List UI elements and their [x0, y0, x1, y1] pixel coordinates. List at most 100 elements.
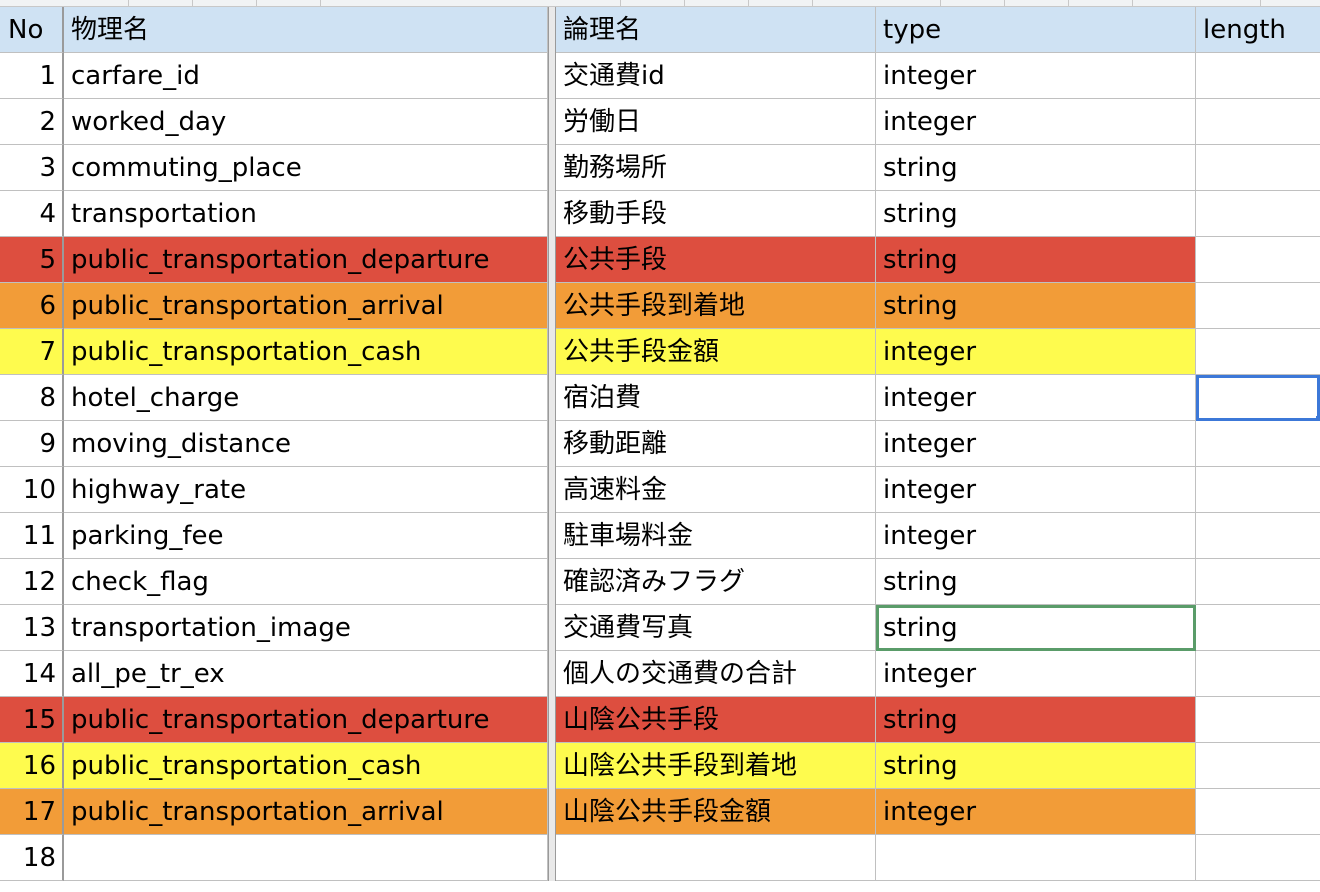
length-cell[interactable] [1196, 743, 1320, 789]
type-cell[interactable]: string [876, 743, 1196, 789]
physical-name-cell[interactable] [64, 835, 548, 881]
logical-name-cell[interactable]: 個人の交通費の合計 [556, 651, 876, 697]
row-number-cell[interactable]: 8 [0, 375, 64, 421]
physical-name-cell[interactable]: carfare_id [64, 53, 548, 99]
logical-name-cell[interactable]: 公共手段 [556, 237, 876, 283]
type-cell[interactable]: integer [876, 375, 1196, 421]
logical-name-cell[interactable]: 宿泊費 [556, 375, 876, 421]
logical-name-cell[interactable]: 勤務場所 [556, 145, 876, 191]
row-number-cell[interactable]: 11 [0, 513, 64, 559]
frozen-divider [548, 421, 556, 467]
active-length-cell[interactable] [1196, 375, 1320, 422]
row-number-cell[interactable]: 1 [0, 53, 64, 99]
row-number-cell[interactable]: 10 [0, 467, 64, 513]
physical-name-cell[interactable]: worked_day [64, 99, 548, 145]
logical-name-cell[interactable] [556, 835, 876, 881]
row-number-cell[interactable]: 6 [0, 283, 64, 329]
row-number-cell[interactable]: 13 [0, 605, 64, 651]
logical-name-cell[interactable]: 労働日 [556, 99, 876, 145]
length-cell[interactable] [1196, 467, 1320, 513]
type-cell[interactable]: string [876, 145, 1196, 191]
row-number-cell[interactable]: 15 [0, 697, 64, 743]
frozen-divider [548, 329, 556, 375]
physical-name-cell[interactable]: check_flag [64, 559, 548, 605]
type-cell[interactable]: integer [876, 467, 1196, 513]
type-cell[interactable]: integer [876, 53, 1196, 99]
physical-name-cell[interactable]: transportation_image [64, 605, 548, 651]
type-cell[interactable]: integer [876, 789, 1196, 835]
logical-name-cell[interactable]: 移動距離 [556, 421, 876, 467]
physical-name-cell[interactable]: public_transportation_departure [64, 697, 548, 743]
logical-name-cell[interactable]: 公共手段金額 [556, 329, 876, 375]
row-number-cell[interactable]: 18 [0, 835, 64, 881]
spreadsheet-grid[interactable]: No 物理名 論理名 type length 1 carfare_id 交通費id i… [0, 0, 1320, 892]
physical-name-cell[interactable]: highway_rate [64, 467, 548, 513]
logical-name-cell[interactable]: 移動手段 [556, 191, 876, 237]
header-cell-length[interactable]: length [1196, 7, 1320, 53]
row-number-cell[interactable]: 14 [0, 651, 64, 697]
physical-name-cell[interactable]: public_transportation_arrival [64, 789, 548, 835]
type-cell[interactable]: string [876, 237, 1196, 283]
physical-name-cell[interactable]: hotel_charge [64, 375, 548, 421]
logical-name-cell[interactable]: 交通費写真 [556, 605, 876, 651]
length-cell[interactable] [1196, 651, 1320, 697]
logical-name-cell[interactable]: 高速料金 [556, 467, 876, 513]
physical-name-cell[interactable]: commuting_place [64, 145, 548, 191]
type-cell[interactable]: string [876, 191, 1196, 237]
physical-name-cell[interactable]: transportation [64, 191, 548, 237]
row-number-cell[interactable]: 5 [0, 237, 64, 283]
header-cell-type[interactable]: type [876, 7, 1196, 53]
physical-name-cell[interactable]: public_transportation_cash [64, 743, 548, 789]
length-cell[interactable] [1196, 191, 1320, 237]
length-cell[interactable] [1196, 53, 1320, 99]
logical-name-cell[interactable]: 駐車場料金 [556, 513, 876, 559]
logical-name-cell[interactable]: 公共手段到着地 [556, 283, 876, 329]
frozen-divider [548, 237, 556, 283]
length-cell[interactable] [1196, 99, 1320, 145]
row-number-cell[interactable]: 16 [0, 743, 64, 789]
header-cell-physical-name[interactable]: 物理名 [64, 7, 548, 53]
type-cell[interactable]: integer [876, 513, 1196, 559]
physical-name-cell[interactable]: moving_distance [64, 421, 548, 467]
physical-name-cell[interactable]: public_transportation_arrival [64, 283, 548, 329]
row-number-cell[interactable]: 2 [0, 99, 64, 145]
table-row: 2 worked_day 労働日 integer [0, 99, 1320, 145]
type-cell[interactable]: integer [876, 651, 1196, 697]
length-cell[interactable] [1196, 283, 1320, 329]
header-cell-logical-name[interactable]: 論理名 [556, 7, 876, 53]
type-cell[interactable]: integer [876, 329, 1196, 375]
logical-name-cell[interactable]: 山陰公共手段金額 [556, 789, 876, 835]
physical-name-cell[interactable]: public_transportation_departure [64, 237, 548, 283]
length-cell[interactable] [1196, 835, 1320, 881]
row-number-cell[interactable]: 4 [0, 191, 64, 237]
length-cell[interactable] [1196, 605, 1320, 651]
physical-name-cell[interactable]: all_pe_tr_ex [64, 651, 548, 697]
physical-name-cell[interactable]: parking_fee [64, 513, 548, 559]
physical-name-cell[interactable]: public_transportation_cash [64, 329, 548, 375]
row-number-cell[interactable]: 3 [0, 145, 64, 191]
type-cell[interactable]: integer [876, 421, 1196, 467]
logical-name-cell[interactable]: 山陰公共手段到着地 [556, 743, 876, 789]
type-cell[interactable]: string [876, 697, 1196, 743]
length-cell[interactable] [1196, 559, 1320, 605]
row-number-cell[interactable]: 7 [0, 329, 64, 375]
logical-name-cell[interactable]: 山陰公共手段 [556, 697, 876, 743]
type-cell[interactable]: integer [876, 99, 1196, 145]
length-cell[interactable] [1196, 789, 1320, 835]
logical-name-cell[interactable]: 交通費id [556, 53, 876, 99]
row-number-cell[interactable]: 12 [0, 559, 64, 605]
header-cell-no[interactable]: No [0, 7, 64, 53]
length-cell[interactable] [1196, 421, 1320, 467]
row-number-cell[interactable]: 17 [0, 789, 64, 835]
length-cell[interactable] [1196, 329, 1320, 375]
type-cell[interactable]: string [876, 283, 1196, 329]
length-cell[interactable] [1196, 237, 1320, 283]
type-cell[interactable]: string [876, 559, 1196, 605]
length-cell[interactable] [1196, 513, 1320, 559]
type-cell[interactable] [876, 835, 1196, 881]
selected-type-cell[interactable]: string [876, 605, 1196, 651]
length-cell[interactable] [1196, 697, 1320, 743]
row-number-cell[interactable]: 9 [0, 421, 64, 467]
logical-name-cell[interactable]: 確認済みフラグ [556, 559, 876, 605]
length-cell[interactable] [1196, 145, 1320, 191]
